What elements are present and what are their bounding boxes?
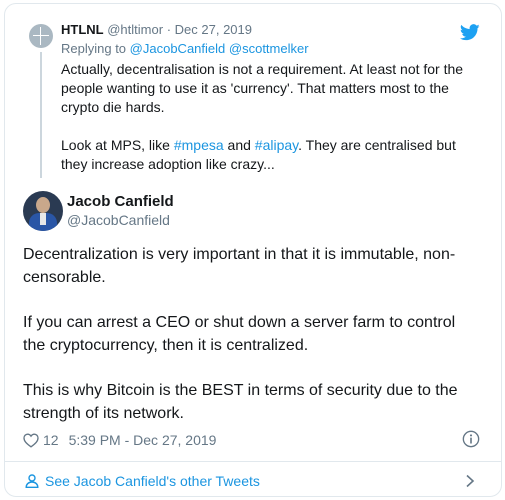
other-tweets-label: See Jacob Canfield's other Tweets	[45, 473, 260, 489]
mention-link[interactable]: @JacobCanfield	[130, 41, 226, 56]
text-line: This is why Bitcoin is the BEST in terms…	[23, 382, 458, 399]
text-line: they increase adoption like crazy...	[61, 156, 275, 172]
text-line: crypto die hards.	[61, 99, 165, 115]
text-fragment: Look at MPS, like	[61, 137, 174, 153]
twitter-logo-icon[interactable]	[460, 24, 480, 41]
parent-tweet-text: Actually, decentralisation is not a requ…	[61, 60, 481, 174]
replying-prefix: Replying to	[61, 41, 127, 56]
hashtag-link[interactable]: #mpesa	[174, 137, 224, 153]
other-tweets-link[interactable]: See Jacob Canfield's other Tweets	[25, 473, 260, 489]
parent-header: HTLNL @htltimor · Dec 27, 2019	[61, 22, 252, 37]
divider	[5, 461, 501, 462]
text-line: Look at MPS, like #mpesa and #alipay. Th…	[61, 136, 481, 155]
info-icon[interactable]	[462, 430, 480, 448]
parent-avatar[interactable]	[29, 24, 53, 48]
tweet-meta: 12 5:39 PM - Dec 27, 2019	[23, 432, 216, 448]
text-line: censorable.	[23, 269, 106, 286]
separator-dot: ·	[166, 22, 172, 37]
replying-to-line: Replying to @JacobCanfield @scottmelker	[61, 41, 309, 56]
like-count[interactable]: 12	[43, 432, 59, 448]
embedded-tweet-card: HTLNL @htltimor · Dec 27, 2019 Replying …	[4, 3, 502, 497]
text-line: If you can arrest a CEO or shut down a s…	[23, 314, 456, 331]
hashtag-link[interactable]: #alipay	[255, 137, 298, 153]
author-handle[interactable]: @JacobCanfield	[67, 212, 170, 228]
author-name[interactable]: Jacob Canfield	[67, 193, 174, 210]
text-fragment: and	[223, 137, 255, 153]
author-avatar[interactable]	[23, 191, 63, 231]
parent-author-name[interactable]: HTLNL	[61, 22, 104, 37]
text-line: people wanting to use it as 'currency'. …	[61, 80, 449, 96]
parent-date[interactable]: Dec 27, 2019	[175, 22, 252, 37]
text-line: strength of its network.	[23, 405, 184, 422]
parent-tweet[interactable]: HTLNL @htltimor · Dec 27, 2019 Replying …	[5, 4, 501, 184]
text-line: the cryptocurrency, then it is centraliz…	[23, 337, 309, 354]
tweet-timestamp[interactable]: 5:39 PM - Dec 27, 2019	[69, 432, 217, 448]
chevron-right-icon[interactable]	[465, 474, 475, 488]
tweet-text: Decentralization is very important in th…	[23, 243, 485, 425]
thread-line	[40, 52, 42, 178]
heart-icon[interactable]	[23, 432, 39, 448]
text-line: Actually, decentralisation is not a requ…	[61, 61, 464, 77]
person-icon	[25, 474, 39, 488]
text-line: Decentralization is very important in th…	[23, 246, 456, 263]
text-fragment: . They are centralised but	[298, 137, 456, 153]
mention-link[interactable]: @scottmelker	[229, 41, 309, 56]
parent-author-handle[interactable]: @htltimor	[107, 22, 163, 37]
